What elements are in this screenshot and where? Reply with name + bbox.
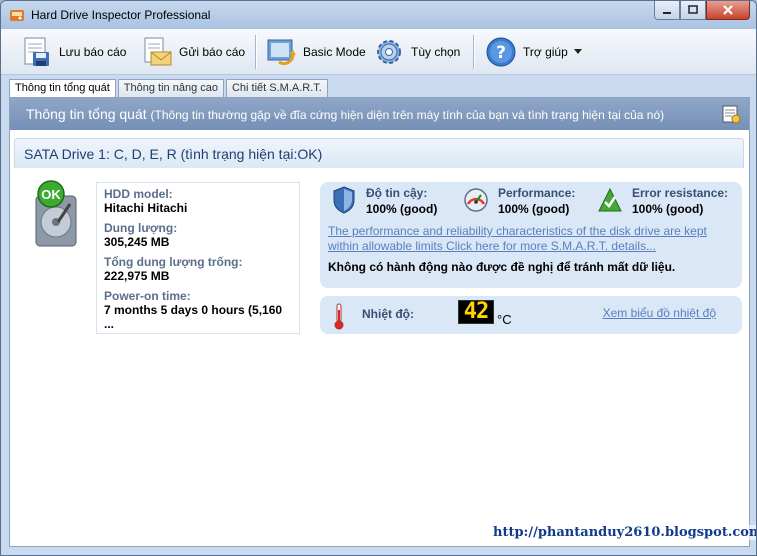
temperature-label: Nhiệt độ: [362,307,414,321]
app-icon [10,10,24,21]
content-panel: Thông tin tổng quát (Thông tin thường gặ… [9,97,750,547]
dropdown-arrow-icon [573,49,582,54]
help-button[interactable]: ? Trợ giúp [479,33,588,71]
close-icon [723,5,733,15]
tab-advanced-info[interactable]: Thông tin nâng cao [117,79,224,97]
temperature-box: Nhiệt độ: 42 °C Xem biểu đồ nhiệt độ [320,296,742,334]
power-on-time-value: 7 months 5 days 0 hours (5,160 ... [104,303,283,331]
capacity-label: Dung lượng: [104,221,178,235]
section-subtitle: (Thông tin thường gặp về đĩa cứng hiện d… [150,108,665,122]
capacity-value: 305,245 MB [104,235,170,249]
thermometer-icon [334,303,344,330]
window-title: Hard Drive Inspector Professional [31,8,211,22]
send-report-label: Gửi báo cáo [179,45,246,59]
maximize-button[interactable] [680,1,706,20]
help-label: Trợ giúp [523,45,568,59]
temperature-unit: °C [497,312,512,327]
reliability-label: Độ tin cậy: [366,186,428,200]
basic-mode-label: Basic Mode [303,45,366,59]
options-button[interactable]: Tùy chọn [367,33,466,71]
gear-icon [377,40,401,64]
tab-general-info[interactable]: Thông tin tổng quát [9,79,116,98]
minimize-button[interactable] [654,1,680,20]
status-ok-badge: OK [41,187,61,202]
free-space-value: 222,975 MB [104,269,170,283]
basic-mode-icon [267,39,296,66]
check-triangle-icon [598,187,622,212]
tab-strip: Thông tin tổng quát Thông tin nâng cao C… [9,79,328,98]
send-report-button[interactable]: Gửi báo cáo [135,33,251,71]
help-icon: ? [486,37,516,67]
options-label: Tùy chọn [411,45,461,59]
hard-disk-icon: OK [35,180,77,247]
hdd-model-label: HDD model: [104,187,173,201]
report-icon[interactable] [721,104,741,124]
section-header: Thông tin tổng quát (Thông tin thường gặ… [10,98,749,130]
temperature-display: 42 [458,300,494,324]
health-status-box: Độ tin cậy: 100% (good) Performance: 100… [320,182,742,288]
toolbar: Lưu báo cáo Gửi báo cáo Basic Mode Tùy c… [1,29,756,75]
basic-mode-button[interactable]: Basic Mode [259,33,372,71]
save-report-label: Lưu báo cáo [59,45,127,59]
drive-panel: SATA Drive 1: C, D, E, R (tình trạng hiệ… [14,138,744,168]
section-title-text: Thông tin tổng quát [26,106,147,122]
hdd-model-value: Hitachi Hitachi [104,201,188,215]
minimize-icon [663,12,671,14]
shield-icon [333,186,355,214]
drive-title: SATA Drive 1: C, D, E, R (tình trạng hiệ… [24,146,323,162]
smart-details-link[interactable]: The performance and reliability characte… [328,224,728,254]
temperature-chart-link[interactable]: Xem biểu đồ nhiệt độ [603,306,716,320]
close-button[interactable] [706,1,750,20]
speedometer-icon [464,188,488,212]
save-report-icon [24,37,49,66]
title-bar[interactable]: Hard Drive Inspector Professional [1,1,756,29]
toolbar-separator [473,35,474,69]
watermark-text: http://phantanduy2610.blogspot.com/ [491,525,756,540]
window-controls [654,1,750,21]
svg-text:?: ? [496,43,506,63]
recommendation-message: Không có hành động nào được đề nghị để t… [328,260,676,274]
free-space-label: Tổng dung lượng trống: [104,255,243,269]
section-title: Thông tin tổng quát (Thông tin thường gặ… [26,106,664,122]
toolbar-separator [255,35,256,69]
app-window: Hard Drive Inspector Professional Lưu bá… [0,0,757,556]
error-resistance-label: Error resistance: [632,186,729,200]
performance-value: 100% (good) [498,202,570,216]
send-report-icon [144,37,172,66]
tab-smart-details[interactable]: Chi tiết S.M.A.R.T. [225,79,328,97]
save-report-button[interactable]: Lưu báo cáo [15,33,132,71]
drive-info-box: HDD model: Hitachi Hitachi Dung lượng: 3… [96,182,300,334]
power-on-time-label: Power-on time: [104,289,191,303]
reliability-value: 100% (good) [366,202,438,216]
performance-label: Performance: [498,186,576,200]
maximize-icon [688,5,698,14]
error-resistance-value: 100% (good) [632,202,704,216]
